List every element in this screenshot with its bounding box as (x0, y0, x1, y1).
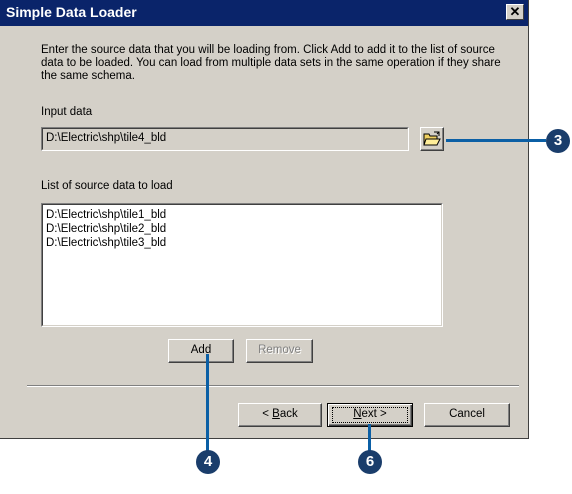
source-list-label: List of source data to load (41, 180, 173, 192)
browse-button[interactable] (420, 127, 444, 151)
input-data-label: Input data (41, 106, 93, 118)
list-item[interactable]: D:\Electric\shp\tile3_bld (46, 236, 166, 250)
remove-button-label: Remove (258, 344, 301, 356)
callout-line-6 (368, 424, 371, 452)
remove-button[interactable]: Remove (246, 339, 313, 363)
intro-text: Enter the source data that you will be l… (41, 44, 501, 82)
callout-6-badge: 6 (358, 450, 382, 474)
back-button[interactable]: < Back (238, 403, 322, 427)
title-bar[interactable]: Simple Data Loader ✕ (0, 0, 528, 26)
simple-data-loader-dialog: Simple Data Loader ✕ Enter the source da… (0, 0, 529, 439)
cancel-button[interactable]: Cancel (424, 403, 510, 427)
input-data-value: D:\Electric\shp\tile4_bld (46, 132, 167, 144)
list-item[interactable]: D:\Electric\shp\tile2_bld (46, 222, 166, 236)
close-button[interactable]: ✕ (506, 4, 524, 20)
window-title: Simple Data Loader (6, 4, 137, 20)
source-data-listbox[interactable]: D:\Electric\shp\tile1_bld D:\Electric\sh… (41, 203, 443, 327)
back-button-label: < Back (262, 404, 298, 425)
separator (27, 385, 519, 387)
callout-3-badge: 3 (546, 129, 570, 153)
callout-4-badge: 4 (196, 450, 220, 474)
close-icon: ✕ (509, 4, 521, 19)
back-rest: ack (279, 408, 298, 420)
add-button[interactable]: Add (168, 339, 234, 363)
input-data-field[interactable]: D:\Electric\shp\tile4_bld (41, 127, 409, 151)
back-prefix: < (262, 408, 273, 420)
callout-line-3 (446, 139, 546, 142)
screenshot-stage: Simple Data Loader ✕ Enter the source da… (0, 0, 572, 494)
cancel-button-label: Cancel (449, 408, 485, 420)
callout-line-4 (206, 354, 209, 452)
back-accel: B (272, 408, 280, 420)
open-folder-icon (423, 131, 441, 146)
list-item[interactable]: D:\Electric\shp\tile1_bld (46, 208, 166, 222)
focus-ring (332, 407, 408, 423)
